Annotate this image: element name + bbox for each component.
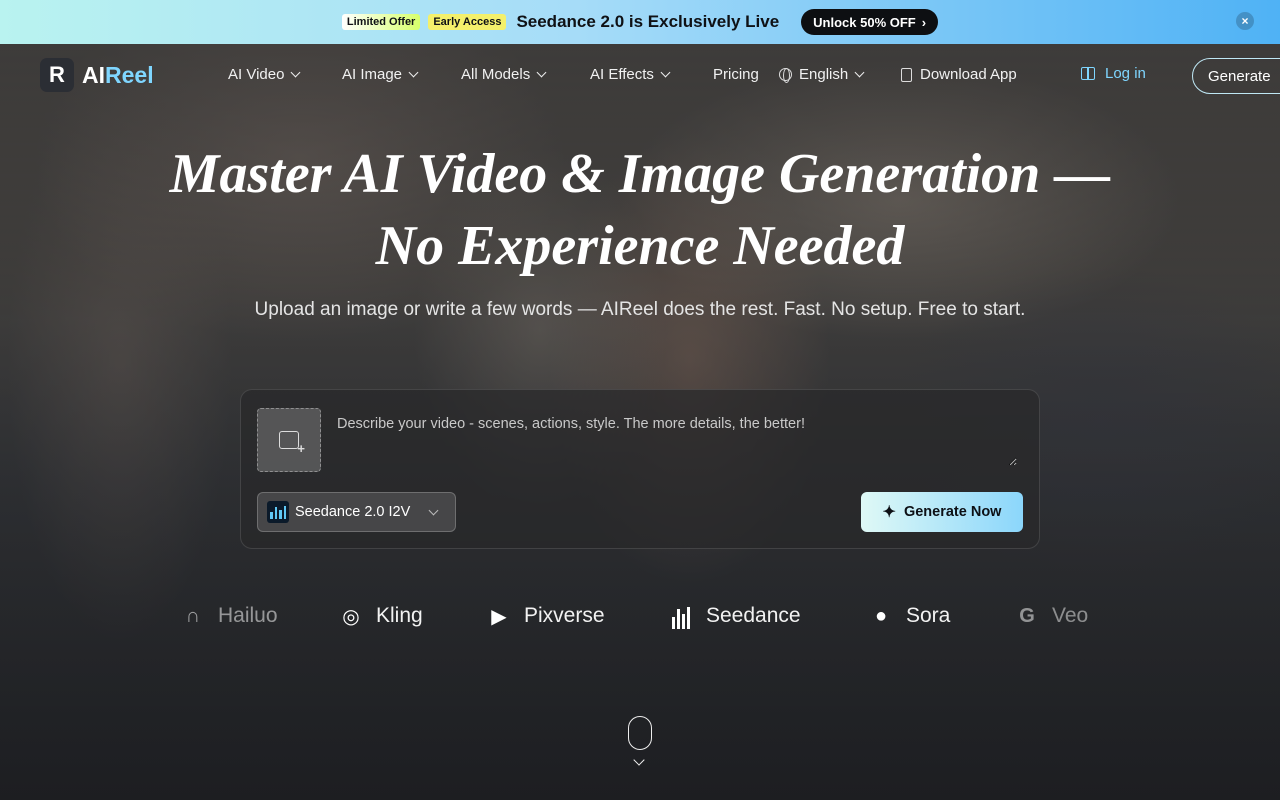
hero-subtitle: Upload an image or write a few words — A… (254, 299, 1026, 320)
image-upload-button[interactable] (257, 408, 321, 472)
download-app-label: Download App (920, 66, 1017, 83)
close-icon[interactable]: × (1236, 12, 1254, 30)
logo[interactable]: R AIReel (40, 58, 154, 92)
limited-offer-badge: Limited Offer (341, 14, 421, 30)
model-name: Pixverse (524, 604, 605, 627)
prompt-card: Seedance 2.0 I2V ✦ Generate Now (240, 389, 1040, 549)
nav-ai-video-label: AI Video (228, 66, 285, 83)
nav-ai-effects[interactable]: AI Effects (590, 66, 671, 83)
login-label: Log in (1105, 65, 1146, 82)
nav-all-models-label: All Models (461, 66, 531, 83)
generate-now-button[interactable]: ✦ Generate Now (861, 492, 1023, 532)
model-logo-strip: ∩ Hailuo ◎ Kling ▶ Pixverse Seedance ● S… (0, 596, 1280, 636)
sora-icon: ● (874, 604, 888, 627)
kling-icon: ◎ (342, 605, 360, 628)
seedance-icon (267, 501, 289, 523)
download-app-link[interactable]: Download App (901, 66, 1017, 83)
logo-text: AIReel (82, 62, 154, 89)
seedance-icon (668, 603, 694, 629)
chevron-right-icon: › (921, 14, 927, 30)
login-link[interactable]: Log in (1081, 65, 1146, 82)
promo-banner: Limited Offer Early Access Seedance 2.0 … (0, 0, 1280, 44)
globe-icon (779, 68, 792, 83)
logo-text-reel: Reel (105, 61, 154, 88)
chevron-down-icon (854, 67, 865, 78)
unlock-offer-label: Unlock 50% OFF (813, 14, 916, 30)
gift-icon (1081, 67, 1095, 80)
model-select-value: Seedance 2.0 I2V (295, 504, 411, 520)
sparkle-icon: ✦ (882, 504, 896, 521)
add-image-icon (279, 431, 305, 456)
nav-pricing[interactable]: Pricing (713, 66, 759, 83)
promo-text: Seedance 2.0 is Exclusively Live (516, 12, 780, 31)
language-selector[interactable]: English (779, 66, 865, 83)
model-logo-hailuo[interactable]: ∩ Hailuo (180, 596, 278, 636)
early-access-badge: Early Access (428, 14, 507, 30)
chevron-down-icon (428, 505, 439, 515)
model-name: Sora (906, 604, 951, 627)
nav-ai-video[interactable]: AI Video (228, 66, 301, 83)
prompt-input[interactable] (337, 416, 1017, 466)
nav-ai-effects-label: AI Effects (590, 66, 654, 83)
pixverse-icon: ▶ (491, 605, 507, 628)
logo-mark-icon: R (40, 58, 74, 92)
language-label: English (799, 66, 849, 83)
hailuo-icon: ∩ (185, 604, 201, 627)
model-name: Hailuo (218, 604, 278, 627)
chevron-down-icon (290, 67, 301, 78)
chevron-down-icon (408, 67, 419, 78)
logo-text-ai: AI (82, 61, 105, 88)
model-logo-sora[interactable]: ● Sora (868, 596, 950, 636)
model-logo-seedance[interactable]: Seedance (668, 596, 801, 636)
chevron-down-icon (660, 67, 671, 78)
nav-all-models[interactable]: All Models (461, 66, 547, 83)
nav-ai-image[interactable]: AI Image (342, 66, 419, 83)
model-name: Veo (1052, 604, 1089, 627)
site-header: R AIReel AI Video AI Image All Models AI… (0, 44, 1280, 108)
phone-icon (901, 67, 912, 82)
model-logo-pixverse[interactable]: ▶ Pixverse (486, 596, 605, 636)
google-icon: G (1019, 604, 1035, 627)
model-logo-veo[interactable]: G Veo (1014, 596, 1088, 636)
hero-title: Master AI Video & Image Generation — No … (169, 143, 1111, 277)
generate-now-label: Generate Now (903, 504, 1002, 520)
mouse-scroll-icon (628, 716, 652, 750)
header-generate-button[interactable]: Generate (1192, 58, 1280, 94)
model-select[interactable]: Seedance 2.0 I2V (257, 492, 456, 532)
model-name: Kling (376, 604, 423, 627)
unlock-offer-button[interactable]: Unlock 50% OFF › (801, 9, 939, 35)
model-logo-kling[interactable]: ◎ Kling (338, 596, 423, 636)
nav-ai-image-label: AI Image (342, 66, 403, 83)
chevron-down-icon (536, 67, 547, 78)
model-name: Seedance (706, 604, 801, 627)
nav-pricing-label: Pricing (713, 66, 759, 83)
